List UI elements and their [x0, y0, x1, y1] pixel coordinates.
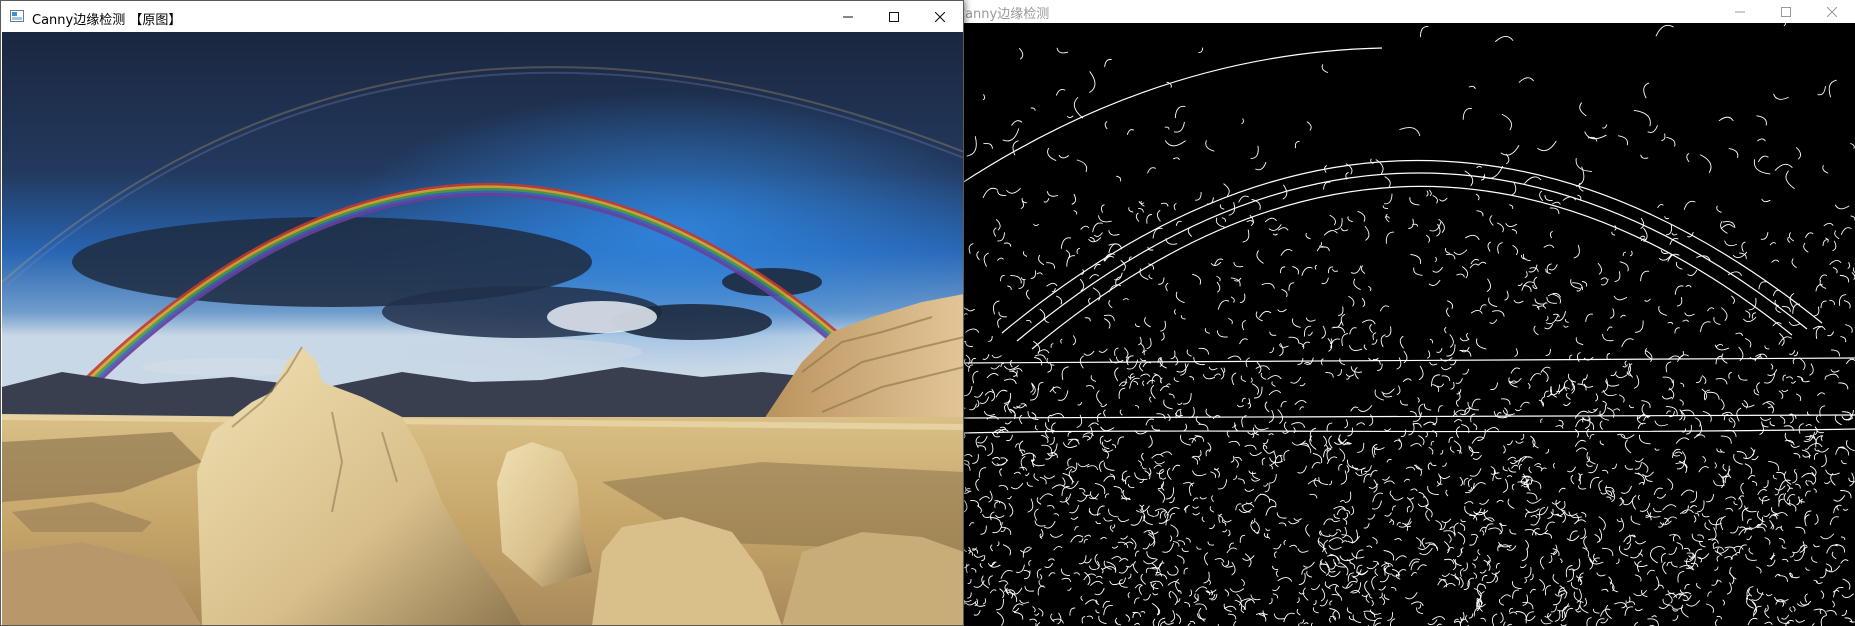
canny-edge-map [962, 23, 1855, 626]
minimize-icon [1735, 11, 1745, 12]
edge-image [962, 23, 1855, 626]
edge-window-title: 【效果图】Canny边缘检测 [962, 7, 1050, 22]
close-icon [935, 11, 945, 22]
original-image-window[interactable]: Canny边缘检测 【原图】 [0, 0, 964, 626]
maximize-icon [889, 11, 899, 22]
app-window-icon [10, 10, 24, 22]
original-window-titlebar[interactable]: Canny边缘检测 【原图】 [1, 1, 963, 32]
minimize-icon [843, 16, 853, 17]
close-icon [1827, 6, 1837, 17]
original-window-minimize-button[interactable] [825, 1, 871, 32]
edge-window-close-button[interactable] [1809, 0, 1855, 23]
original-window-close-button[interactable] [917, 1, 963, 32]
original-window-maximize-button[interactable] [871, 1, 917, 32]
original-window-title: Canny边缘检测 【原图】 [32, 13, 182, 28]
edge-window-titlebar[interactable]: 【效果图】Canny边缘检测 [962, 0, 1855, 23]
edge-window-maximize-button[interactable] [1763, 0, 1809, 23]
maximize-icon [1781, 6, 1791, 17]
rainbow-desert-photo [2, 32, 963, 625]
original-image [2, 32, 963, 625]
edge-result-window[interactable]: 【效果图】Canny边缘检测 [962, 0, 1855, 626]
edge-window-minimize-button[interactable] [1717, 0, 1763, 23]
